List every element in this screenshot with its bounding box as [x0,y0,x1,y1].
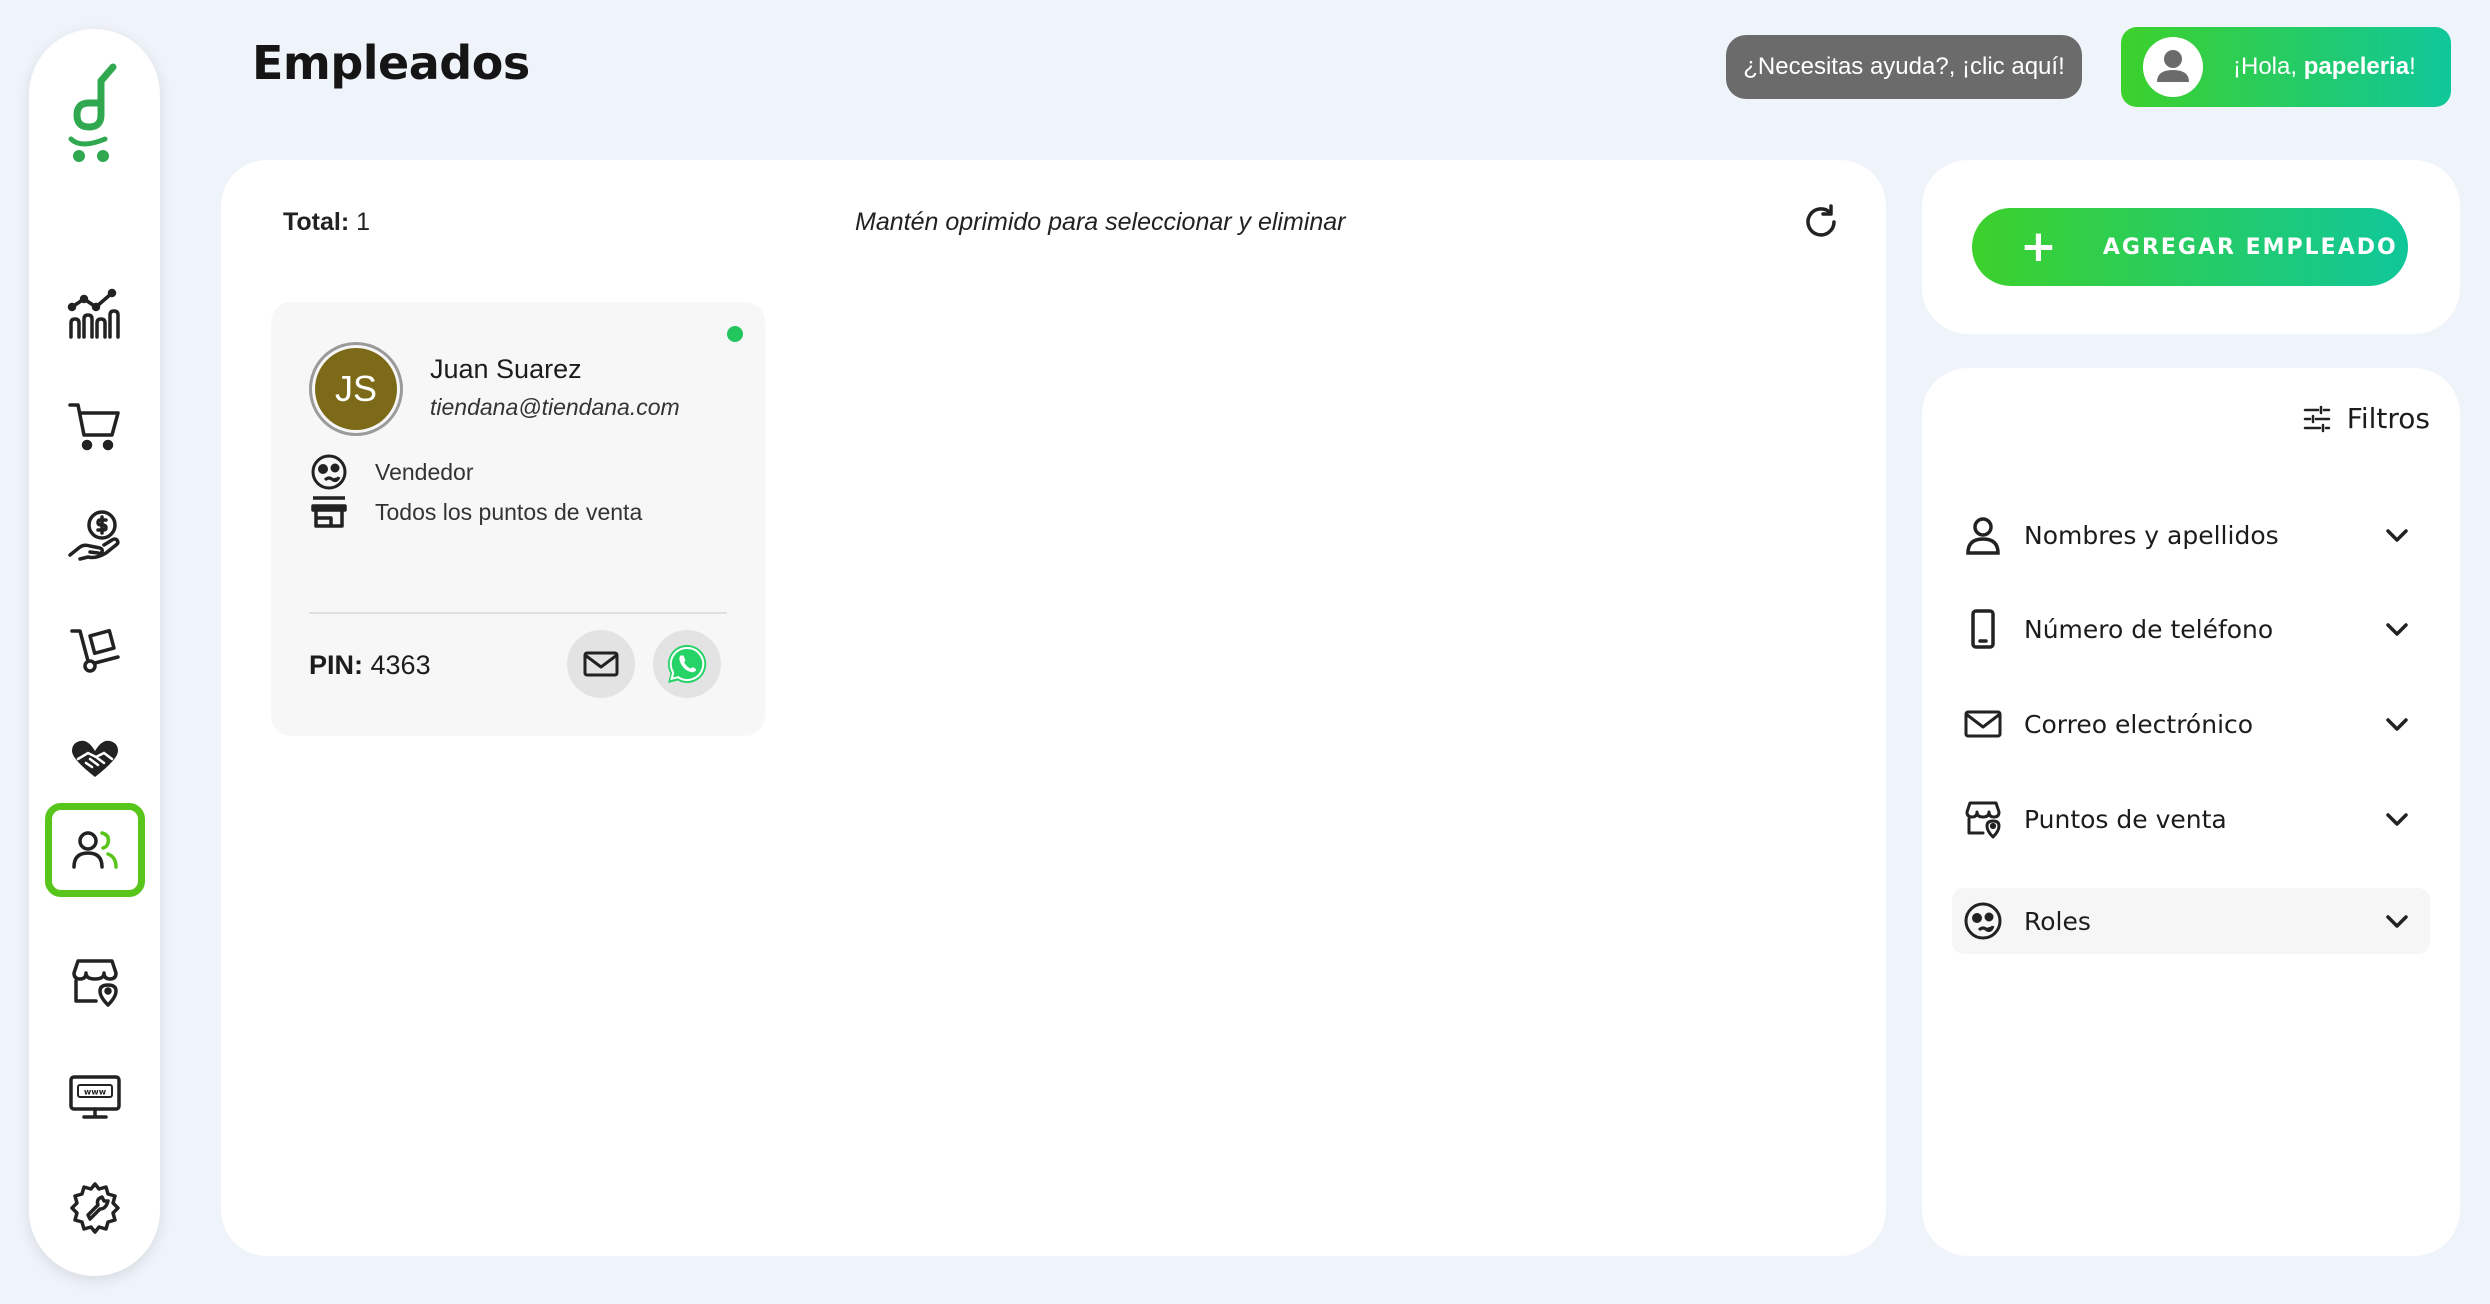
employee-avatar: JS [309,342,403,436]
whatsapp-icon [667,644,707,683]
mail-icon [1964,710,2002,738]
money-hand-icon [68,510,120,561]
app-logo[interactable] [59,53,129,173]
card-divider [309,612,727,614]
email-employee-button[interactable] [567,630,635,698]
chevron-down-icon [2386,813,2408,826]
chart-icon [67,288,120,339]
hand-truck-icon [70,628,120,673]
filter-email[interactable]: Correo electrónico [1952,691,2430,757]
cart-icon [68,403,120,451]
chevron-down-icon [2386,718,2408,731]
employees-panel: Total: 1 Mantén oprimido para selecciona… [221,160,1886,1256]
page-title: Empleados [252,36,530,90]
employee-stores-row: Todos los puntos de venta [309,492,642,532]
svg-text:www: www [84,1088,107,1097]
sidebar-item-employees[interactable] [45,803,145,897]
sidebar-item-settings[interactable] [45,1161,145,1255]
add-employee-panel: + AGREGAR EMPLEADO [1922,160,2460,334]
chevron-down-icon [2386,529,2408,542]
whatsapp-employee-button[interactable] [653,630,721,698]
filters-panel: Filtros Nombres y apellidos Número de te… [1922,368,2460,1256]
add-employee-label: AGREGAR EMPLEADO [2102,234,2398,260]
mail-icon [583,651,619,677]
refresh-icon [1806,204,1836,237]
plus-icon: + [2020,221,2057,272]
employee-name: Juan Suarez [430,354,582,384]
store-location-icon [72,959,118,1007]
filter-stores-label: Puntos de venta [2024,804,2227,834]
total-count: Total: 1 [283,208,371,236]
filters-header[interactable]: Filtros [2301,402,2430,435]
online-status-dot [727,326,743,342]
role-icon [1964,902,2002,940]
www-monitor-icon: www [69,1075,121,1119]
sidebar-item-sales[interactable] [45,379,145,473]
sidebar-item-stores[interactable] [45,935,145,1029]
filter-roles[interactable]: Roles [1952,888,2430,954]
employee-role-row: Vendedor [309,452,473,492]
handshake-heart-icon [72,740,118,777]
sidebar-item-inventory[interactable] [45,599,145,693]
gear-wrench-icon [70,1182,120,1234]
sidebar-item-finance[interactable] [45,489,145,583]
user-greeting: ¡Hola, papeleria! [2233,53,2416,80]
filter-roles-label: Roles [2024,906,2091,936]
user-avatar-icon [2143,37,2203,97]
refresh-button[interactable] [1801,202,1841,242]
phone-icon [1971,609,1995,649]
filters-title: Filtros [2346,402,2430,435]
sliders-icon [2303,405,2331,432]
help-button[interactable]: ¿Necesitas ayuda?, ¡clic aquí! [1726,35,2082,99]
filter-stores[interactable]: Puntos de venta [1952,786,2430,852]
filter-phone-label: Número de teléfono [2024,614,2274,644]
sidebar-item-dashboard[interactable] [45,267,145,361]
employee-email: tiendana@tiendana.com [430,394,680,420]
filter-email-label: Correo electrónico [2024,709,2254,739]
employee-pin: PIN: 4363 [309,650,431,680]
user-menu-button[interactable]: ¡Hola, papeleria! [2121,27,2451,107]
sidebar: www [29,29,160,1276]
users-icon [72,831,118,869]
person-icon [1966,517,2000,555]
add-employee-button[interactable]: + AGREGAR EMPLEADO [1972,208,2408,286]
selection-hint: Mantén oprimido para seleccionar y elimi… [855,208,1346,236]
employee-role: Vendedor [375,458,474,485]
filter-names[interactable]: Nombres y apellidos [1952,502,2430,568]
store-location-icon [1965,801,2001,839]
chevron-down-icon [2386,623,2408,636]
sidebar-item-website[interactable]: www [45,1049,145,1143]
store-icon [311,496,347,528]
employee-card[interactable]: JS Juan Suarez tiendana@tiendana.com Ven… [271,302,765,736]
filter-names-label: Nombres y apellidos [2024,520,2279,550]
filter-phone[interactable]: Número de teléfono [1952,596,2430,662]
role-icon [311,454,347,490]
chevron-down-icon [2386,915,2408,928]
sidebar-item-clients[interactable] [45,711,145,805]
employee-stores: Todos los puntos de venta [375,498,643,525]
